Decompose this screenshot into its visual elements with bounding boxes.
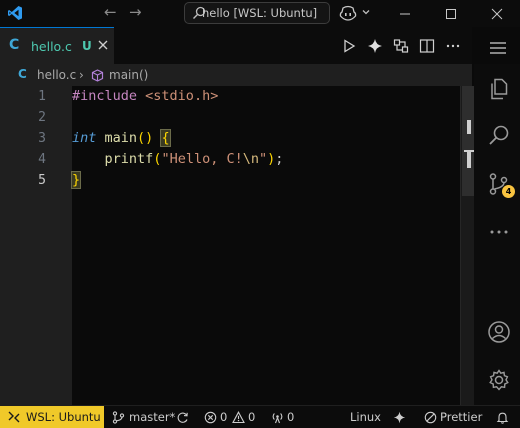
untracked-status-badge: U [82, 39, 92, 53]
ports-antenna-icon [272, 413, 283, 424]
ports-count[interactable]: 0 [287, 410, 294, 424]
breadcrumb-symbol[interactable]: main() [109, 68, 148, 82]
token-function-name: main [104, 130, 138, 146]
line-number: 4 [38, 152, 46, 167]
token-string-end: " [258, 151, 268, 167]
chevron-down-icon[interactable] [361, 7, 371, 17]
line-number-gutter: 1 2 3 4 5 [0, 86, 72, 405]
vscode-logo-icon[interactable] [7, 5, 23, 21]
token-escape: \n [242, 151, 259, 167]
error-count[interactable]: 0 [220, 410, 227, 424]
token-brace-matched: { [160, 129, 171, 147]
command-center[interactable]: hello [WSL: Ubuntu] [184, 2, 330, 24]
activity-bar: 4 [474, 64, 520, 405]
source-control-badge: 4 [502, 185, 515, 198]
git-branch-icon [112, 411, 125, 424]
editor-scrollbar[interactable] [460, 86, 474, 405]
line-number-active: 5 [38, 173, 46, 188]
symbol-method-icon [91, 69, 104, 82]
token-parens: () [137, 130, 154, 146]
explorer-icon[interactable] [487, 77, 511, 101]
breadcrumb-file[interactable]: hello.c [37, 68, 76, 82]
forward-arrow-icon[interactable]: → [129, 3, 142, 21]
back-arrow-icon[interactable]: ← [104, 3, 117, 21]
tab-title: hello.c [31, 39, 72, 54]
token-semicolon: ; [275, 151, 284, 167]
breadcrumb-separator: › [79, 68, 84, 82]
code-line-4: printf("Hello, C!\n"); [72, 151, 284, 167]
tab-bar: C hello.c U [0, 27, 472, 64]
breadcrumb: C hello.c › main() [0, 64, 472, 86]
overview-ruler-cursor [464, 150, 474, 152]
remote-label: WSL: Ubuntu [26, 410, 101, 424]
prettier-label[interactable]: Prettier [440, 410, 482, 424]
more-icon[interactable] [487, 220, 511, 244]
eol-os-indicator[interactable]: Linux [350, 410, 381, 424]
prettier-disabled-icon [424, 411, 437, 424]
close-icon [491, 8, 503, 20]
maximize-button[interactable] [428, 0, 474, 27]
error-icon [204, 411, 217, 424]
overview-ruler-mark [467, 150, 471, 168]
close-icon[interactable] [98, 40, 108, 50]
warning-icon [232, 411, 245, 424]
sync-icon[interactable] [176, 411, 189, 424]
account-icon[interactable] [487, 320, 511, 344]
remote-indicator[interactable]: WSL: Ubuntu [0, 406, 104, 428]
notifications-bell-icon[interactable] [496, 411, 509, 424]
token-include-path: <stdio.h> [145, 88, 219, 104]
git-branch[interactable]: master* [129, 410, 175, 424]
code-line-3: int main() { [72, 129, 171, 147]
close-window-button[interactable] [474, 0, 520, 27]
sparkle-icon[interactable] [367, 38, 383, 54]
split-editor-icon[interactable] [419, 38, 435, 54]
token-string: "Hello, C! [161, 151, 243, 167]
menu-icon[interactable] [489, 41, 507, 55]
run-icon[interactable] [341, 38, 357, 54]
remote-icon [8, 411, 20, 423]
token-keyword: int [72, 130, 97, 146]
minimize-icon [400, 13, 410, 15]
c-language-icon: C [9, 37, 20, 53]
status-bar: WSL: Ubuntu master* 0 0 0 Linux Prettier [0, 405, 520, 428]
c-language-icon: C [18, 67, 27, 81]
code-line-5: } [70, 171, 82, 189]
search-icon[interactable] [487, 124, 511, 148]
code-line-1: #include <stdio.h> [72, 88, 218, 104]
token-directive: #include [72, 88, 138, 104]
more-actions-icon[interactable] [445, 38, 461, 54]
tab-hello-c[interactable]: C hello.c U [0, 27, 114, 64]
line-number: 3 [38, 131, 46, 146]
copilot-sparkle-icon[interactable] [393, 411, 406, 424]
token-function-call: printf [104, 151, 154, 167]
compare-changes-icon[interactable] [393, 38, 409, 54]
settings-gear-icon[interactable] [487, 368, 511, 392]
overview-ruler-mark [467, 120, 471, 134]
line-number: 1 [38, 89, 46, 104]
minimize-button[interactable] [382, 0, 428, 27]
line-number: 2 [38, 110, 46, 125]
maximize-icon [446, 9, 456, 19]
title-bar: ← → hello [WSL: Ubuntu] [0, 0, 520, 27]
token-brace-matched: } [70, 171, 82, 189]
warning-count[interactable]: 0 [248, 410, 255, 424]
code-editor[interactable]: #include <stdio.h> int main() { printf("… [70, 86, 460, 405]
scrollbar-thumb[interactable] [462, 86, 474, 196]
copilot-icon[interactable] [339, 5, 357, 21]
command-center-label: hello [WSL: Ubuntu] [202, 6, 318, 20]
